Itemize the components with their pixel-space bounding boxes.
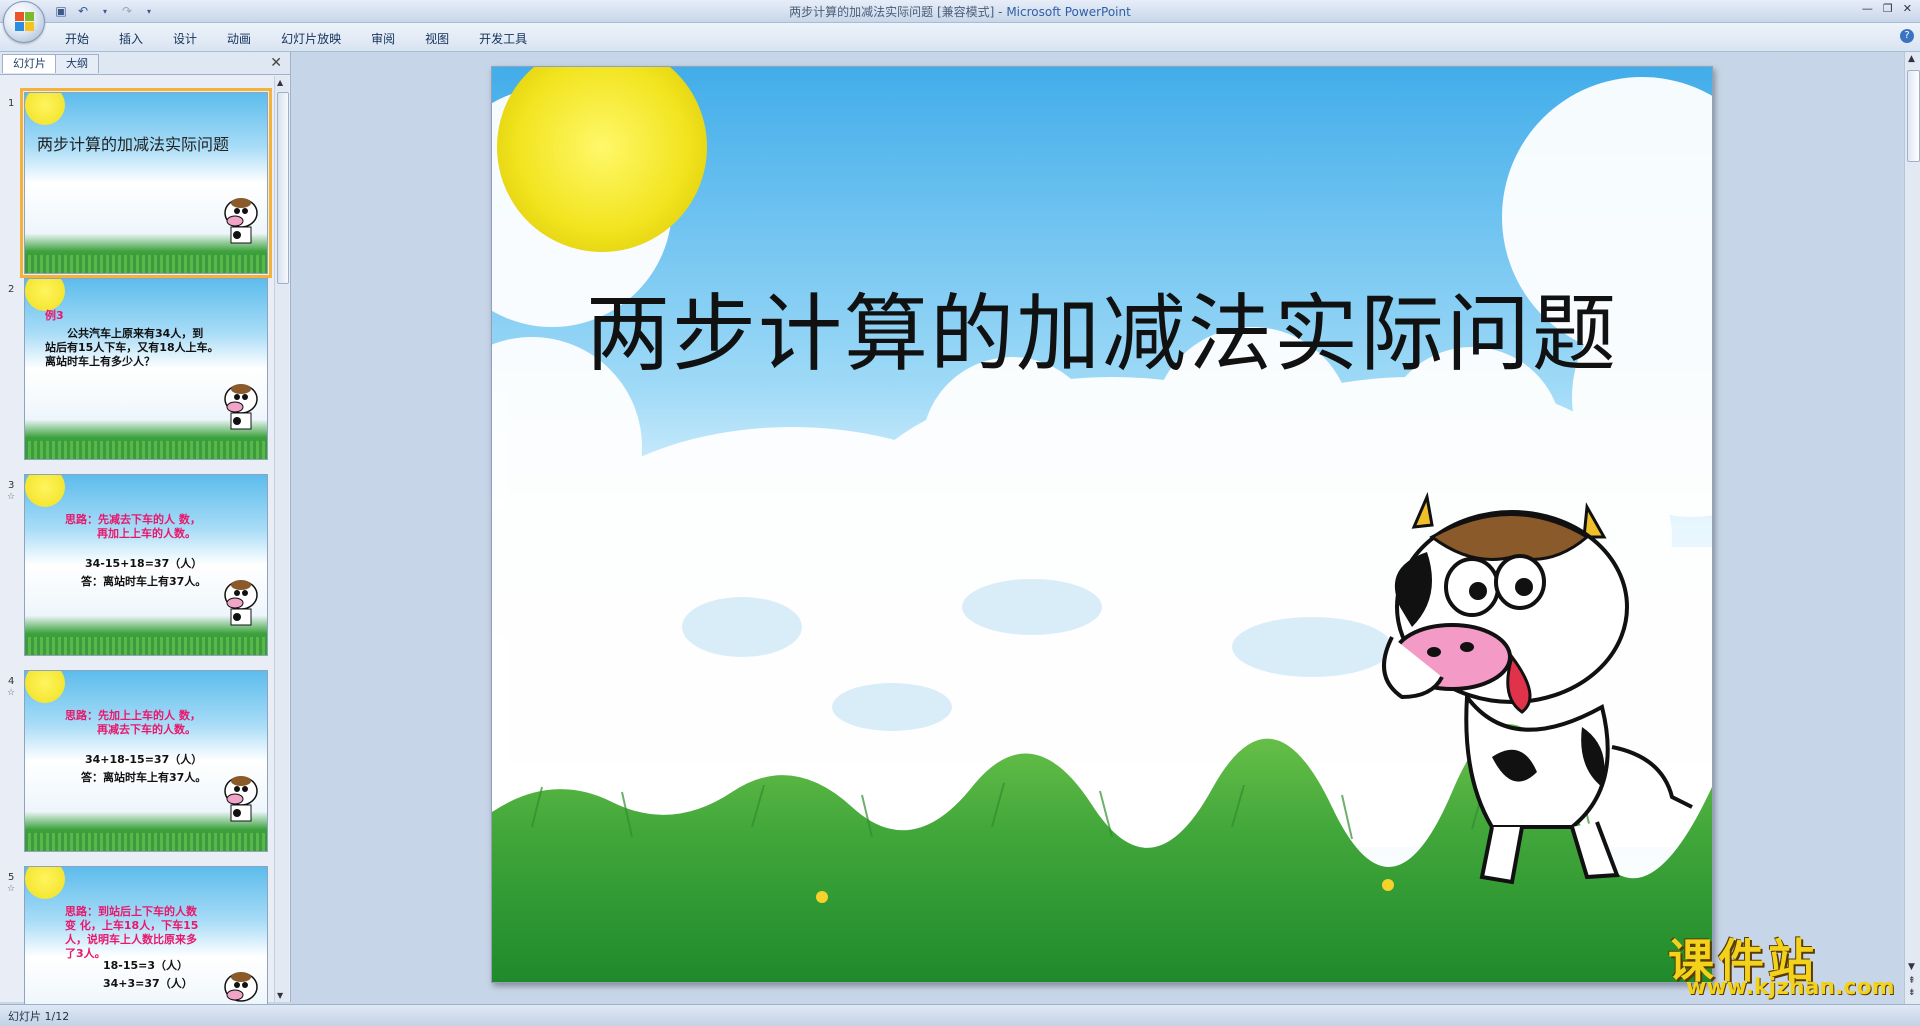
tab-home[interactable]: 开始 [50,28,104,49]
scroll-thumb[interactable] [1907,70,1920,162]
scroll-up-icon[interactable]: ▲ [277,78,283,87]
sun-image [25,475,65,507]
thumb-text: 34+18-15=37（人） [85,753,203,766]
tab-view[interactable]: 视图 [410,28,464,49]
close-icon[interactable]: ✕ [1903,2,1912,15]
watermark-url: www.kjzhan.com [1686,975,1895,1000]
slide-thumbnail-4[interactable]: 思路：先加上上车的人 数， 再减去下车的人数。 34+18-15=37（人） 答… [24,670,268,852]
thumb-text: 例3 [45,309,64,322]
thumb-text: 了3人。 [65,947,106,960]
slide-background-image [492,67,1712,982]
previous-slide-icon[interactable]: ⇞ [1908,976,1916,986]
ribbon-tabs: 开始 插入 设计 动画 幻灯片放映 审阅 视图 开发工具 [50,28,542,49]
cow-image [224,198,258,244]
animation-star-icon: ☆ [7,884,16,894]
tab-animation[interactable]: 动画 [212,28,266,49]
thumb-text: 答：离站时车上有37人。 [81,771,207,784]
help-icon[interactable]: ? [1900,29,1914,43]
thumbnail-scrollbar[interactable]: ▲ ▼ [274,76,289,1002]
slide-number: 2 [8,284,15,295]
grass-image [25,637,267,655]
window-title-doc: 两步计算的加减法实际问题 [兼容模式] - [789,5,1007,19]
grass-image [25,441,267,459]
tab-review[interactable]: 审阅 [356,28,410,49]
tab-outline[interactable]: 大纲 [55,54,99,73]
slides-panel: 幻灯片 大纲 ✕ 1 两步计算的加减法实际问题 2 例3 公共汽车上原来有34人… [0,52,291,1004]
thumb-text: 离站时车上有多少人？ [45,355,155,368]
slide-number: 1 [8,98,15,109]
sun-image [25,671,65,703]
slide-thumbnail-2[interactable]: 例3 公共汽车上原来有34人，到 站后有15人下车，又有18人上车。 离站时车上… [24,278,268,460]
tab-design[interactable]: 设计 [158,28,212,49]
window-title-app: Microsoft PowerPoint [1006,5,1131,19]
tab-developer[interactable]: 开发工具 [464,28,542,49]
slide-number: 3 [8,480,15,491]
slide-thumbnail-3[interactable]: 思路：先减去下车的人 数， 再加上上车的人数。 34-15+18=37（人） 答… [24,474,268,656]
thumb-title: 两步计算的加减法实际问题 [37,135,230,154]
slide-title[interactable]: 两步计算的加减法实际问题 [492,267,1712,388]
slide-indicator: 幻灯片 1/12 [8,1010,70,1023]
grass-image [25,833,267,851]
grass-image [25,255,267,273]
next-slide-icon[interactable]: ⇟ [1908,988,1916,998]
slide-number: 5 [8,872,15,883]
thumb-text: 答：离站时车上有37人。 [81,575,207,588]
ribbon-tab-bar: 开始 插入 设计 动画 幻灯片放映 审阅 视图 开发工具 ? [0,23,1920,52]
thumb-text: 34+3=37（人） [103,977,193,990]
thumb-text: 再减去下车的人数。 [97,723,196,736]
sun-image [25,867,65,899]
slide-scrollbar[interactable]: ▲ ▼ ⇞ ⇟ [1904,52,1920,1004]
tab-slideshow[interactable]: 幻灯片放映 [266,28,356,49]
tab-slides[interactable]: 幻灯片 [2,54,57,73]
thumb-text: 再加上上车的人数。 [97,527,196,540]
cow-image [224,776,258,822]
thumb-text: 34-15+18=37（人） [85,557,203,570]
cow-image [224,384,258,430]
window-controls: — ❐ ✕ [1862,2,1912,15]
tab-insert[interactable]: 插入 [104,28,158,49]
panel-tabs: 幻灯片 大纲 ✕ [0,52,290,75]
sun-image [25,93,65,125]
scroll-thumb[interactable] [277,92,289,284]
slide-number: 4 [8,676,15,687]
restore-icon[interactable]: ❐ [1883,2,1893,15]
office-logo-icon [15,12,35,32]
status-bar: 幻灯片 1/12 [0,1004,1920,1026]
animation-star-icon: ☆ [7,688,16,698]
cow-image [224,580,258,626]
scroll-down-icon[interactable]: ▼ [1908,962,1915,972]
watermark: 课件站 www.kjzhan.com [1668,925,1908,1005]
thumb-text: 18-15=3（人） [103,959,189,972]
scroll-down-icon[interactable]: ▼ [277,991,283,1000]
panel-close-icon[interactable]: ✕ [270,55,282,71]
slide-thumbnail-list: 1 两步计算的加减法实际问题 2 例3 公共汽车上原来有34人，到 站后有15人… [0,76,272,1004]
current-slide[interactable]: 两步计算的加减法实际问题 [491,66,1713,983]
scroll-up-icon[interactable]: ▲ [1908,54,1915,64]
slide-thumbnail-1[interactable]: 两步计算的加减法实际问题 [20,88,272,278]
office-button[interactable] [3,1,45,43]
minimize-icon[interactable]: — [1862,2,1873,15]
window-title: 两步计算的加减法实际问题 [兼容模式] - Microsoft PowerPoi… [0,3,1920,20]
slide-thumbnail-5[interactable]: 思路：到站后上下车的人数 变 化，上车18人，下车15 人，说明车上人数比原来多… [24,866,268,1004]
animation-star-icon: ☆ [7,492,16,502]
cow-image [224,972,258,1002]
